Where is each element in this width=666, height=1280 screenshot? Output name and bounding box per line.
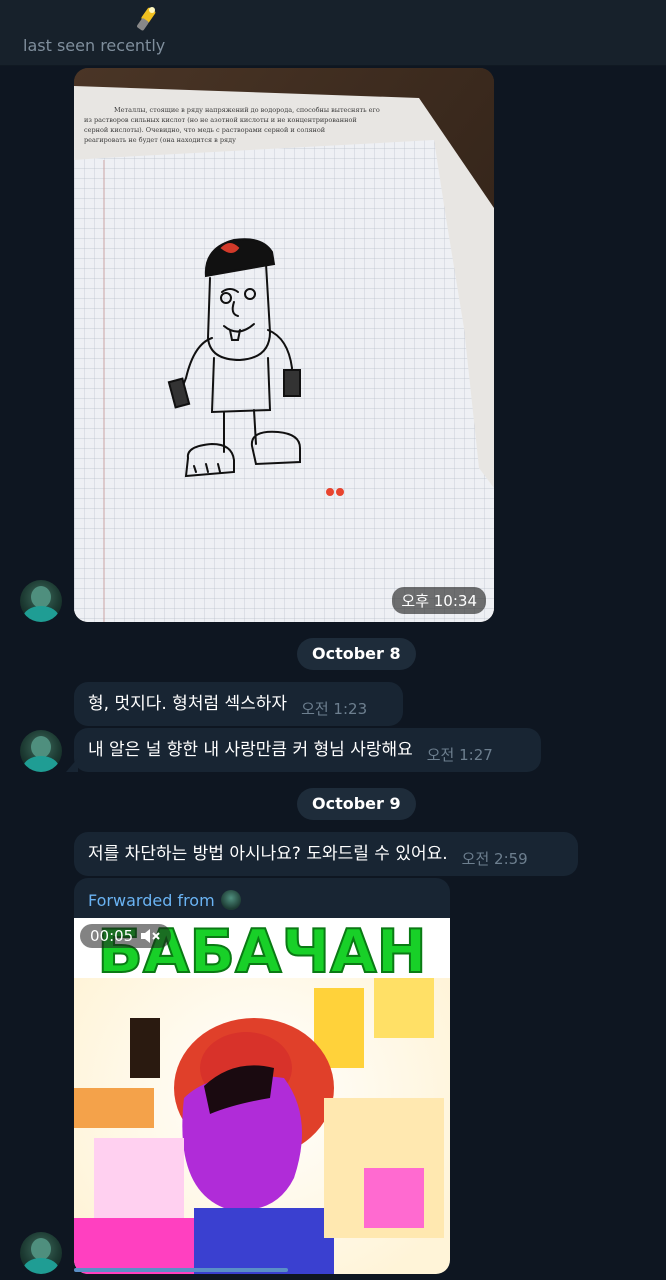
forwarded-label: Forwarded from xyxy=(88,890,215,910)
printed-text-line: серной кислоты). Очевидно, что медь с ра… xyxy=(84,126,325,134)
forwarded-message[interactable]: Forwarded from БАБАЧАН 00:05 xyxy=(74,878,450,1274)
video-frame: БАБАЧАН xyxy=(74,918,450,1274)
date-separator: October 8 xyxy=(297,638,416,670)
avatar-shoulders xyxy=(23,756,59,772)
avatar[interactable] xyxy=(20,1232,62,1274)
printed-text-line: реагировать не будет (она находится в ря… xyxy=(84,136,236,144)
video-player[interactable]: БАБАЧАН 00:05 xyxy=(74,918,450,1274)
message-time: 오전 1:23 xyxy=(301,700,368,718)
avatar-shoulders xyxy=(23,1258,59,1274)
forwarded-header[interactable]: Forwarded from xyxy=(88,890,241,910)
flashlight-emoji-icon xyxy=(137,7,156,31)
avatar[interactable] xyxy=(20,730,62,772)
printed-text-line: из растворов сильных кислот (но не азотн… xyxy=(84,116,357,124)
message-text: 형, 멋지다. 형처럼 섹스하자 xyxy=(88,694,288,714)
video-progress-bar[interactable] xyxy=(74,1268,288,1272)
avatar-shoulders xyxy=(23,606,59,622)
drawing-photo: Металлы, стоящие в ряду напряжений до во… xyxy=(74,68,494,622)
avatar[interactable] xyxy=(20,580,62,622)
printed-text-line: Металлы, стоящие в ряду напряжений до во… xyxy=(114,106,380,114)
message-bubble[interactable]: 내 알은 널 향한 내 사랑만큼 커 형님 사랑해요 오전 1:27 xyxy=(66,728,541,772)
avatar-face xyxy=(31,586,51,608)
message-time: 오전 1:27 xyxy=(426,746,493,764)
avatar-face xyxy=(31,1238,51,1260)
message-time: 오전 2:59 xyxy=(461,850,528,868)
avatar-face xyxy=(31,736,51,758)
last-seen-status: last seen recently xyxy=(23,36,166,55)
message-bubble[interactable]: 저를 차단하는 방법 아시나요? 도와드릴 수 있어요. 오전 2:59 xyxy=(74,832,578,876)
forwarded-avatar-icon xyxy=(220,890,241,910)
photo-message[interactable]: Металлы, стоящие в ряду напряжений до во… xyxy=(74,68,494,622)
video-time-pill[interactable]: 00:05 xyxy=(80,924,172,948)
message-text: 내 알은 널 향한 내 사랑만큼 커 형님 사랑해요 xyxy=(88,740,413,760)
photo-time: 오후 10:34 xyxy=(392,587,486,614)
message-text: 저를 차단하는 방법 아시나요? 도와드릴 수 있어요. xyxy=(88,844,448,864)
video-time: 00:05 xyxy=(90,927,134,945)
speaker-muted-icon xyxy=(141,929,160,943)
message-bubble[interactable]: 형, 멋지다. 형처럼 섹스하자 오전 1:23 xyxy=(74,682,403,726)
date-separator: October 9 xyxy=(297,788,416,820)
chat-header[interactable]: last seen recently xyxy=(0,0,666,66)
